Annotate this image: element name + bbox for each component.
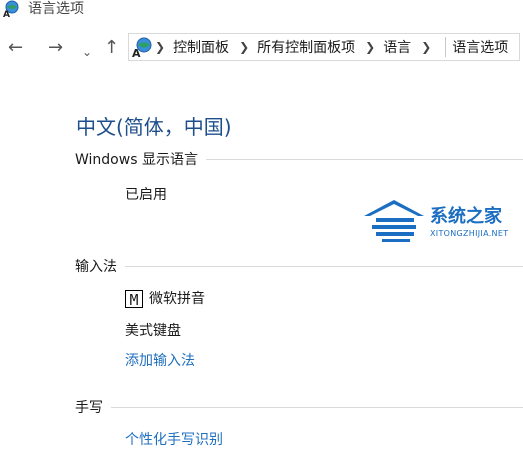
language-location-icon: A bbox=[132, 37, 152, 58]
section-label: 输入法 bbox=[75, 259, 117, 275]
breadcrumb-control-panel[interactable]: 控制面板 bbox=[173, 37, 229, 57]
section-label: 手写 bbox=[75, 400, 103, 416]
svg-text:A: A bbox=[3, 10, 10, 18]
personalize-handwriting-link[interactable]: 个性化手写识别 bbox=[125, 429, 223, 449]
window-title: 语言选项 bbox=[28, 1, 84, 17]
chevron-right-icon[interactable]: ❯ bbox=[239, 40, 249, 54]
language-app-icon: A bbox=[3, 0, 19, 18]
svg-text:A: A bbox=[132, 47, 141, 58]
handwriting-header: 手写 bbox=[75, 397, 523, 417]
input-method-header: 输入法 bbox=[75, 256, 523, 276]
keyboard-item: 美式键盘 bbox=[125, 323, 181, 339]
breadcrumb-all-items[interactable]: 所有控制面板项 bbox=[257, 37, 355, 57]
add-input-method-link[interactable]: 添加输入法 bbox=[125, 350, 195, 370]
chevron-right-icon[interactable]: ❯ bbox=[155, 40, 165, 54]
watermark-name: 系统之家 bbox=[430, 206, 502, 227]
chevron-right-icon[interactable]: ❯ bbox=[421, 40, 431, 54]
display-language-status: 已启用 bbox=[125, 187, 167, 203]
back-button[interactable]: ← bbox=[8, 36, 23, 60]
watermark-url: XITONGZHIJIA.NET bbox=[430, 229, 509, 238]
up-button[interactable]: ↑ bbox=[104, 36, 119, 60]
microsoft-pinyin-icon: M bbox=[125, 290, 143, 309]
page-title: 中文(简体，中国) bbox=[76, 115, 232, 139]
divider bbox=[125, 265, 523, 267]
ime-list-item: M 微软拼音 bbox=[125, 288, 205, 309]
display-language-header: Windows 显示语言 bbox=[75, 149, 523, 169]
ime-name: 微软拼音 bbox=[149, 291, 205, 307]
address-bar[interactable]: A ❯ 控制面板 ❯ 所有控制面板项 ❯ 语言 ❯ 语言选项 bbox=[128, 33, 520, 61]
breadcrumb-language-options[interactable]: 语言选项 bbox=[445, 37, 508, 57]
breadcrumb: ❯ 控制面板 ❯ 所有控制面板项 ❯ 语言 ❯ 语言选项 bbox=[155, 34, 508, 60]
forward-button[interactable]: → bbox=[48, 36, 63, 60]
chevron-right-icon[interactable]: ❯ bbox=[365, 40, 375, 54]
divider bbox=[111, 406, 523, 408]
recent-locations-button[interactable]: ⌄ bbox=[82, 40, 92, 64]
divider bbox=[205, 158, 523, 160]
breadcrumb-language[interactable]: 语言 bbox=[383, 37, 411, 57]
section-label: Windows 显示语言 bbox=[75, 152, 198, 168]
